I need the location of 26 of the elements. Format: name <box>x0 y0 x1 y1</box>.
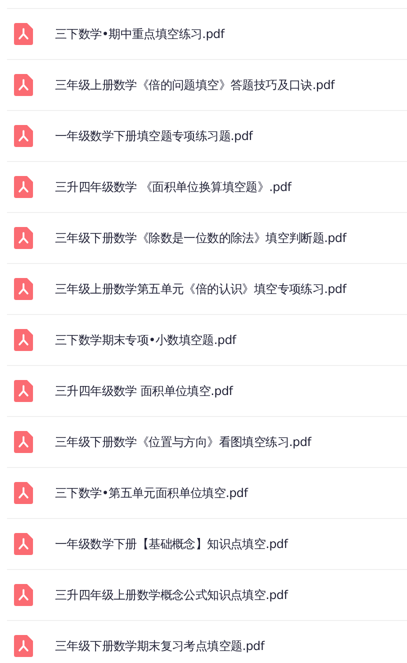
file-name[interactable]: 三升四年级数学 《面积单位换算填空题》.pdf <box>55 178 292 196</box>
file-name[interactable]: 三下数学期末专项•小数填空题.pdf <box>55 331 236 349</box>
pdf-file-icon <box>14 431 33 453</box>
pdf-file-icon <box>14 74 33 96</box>
pdf-file-icon <box>14 329 33 351</box>
file-name[interactable]: 三年级上册数学《倍的问题填空》答题技巧及口诀.pdf <box>55 76 334 94</box>
file-name[interactable]: 三下数学•期中重点填空练习.pdf <box>55 25 224 43</box>
pdf-file-icon <box>14 176 33 198</box>
file-name[interactable]: 三年级上册数学第五单元《倍的认识》填空专项练习.pdf <box>55 280 346 298</box>
pdf-file-icon <box>14 23 33 45</box>
file-name[interactable]: 一年级数学下册填空题专项练习题.pdf <box>55 127 253 145</box>
pdf-file-icon <box>14 584 33 606</box>
pdf-file-icon <box>14 635 33 657</box>
file-name[interactable]: 三年级下册数学《位置与方向》看图填空练习.pdf <box>55 433 312 451</box>
file-name[interactable]: 三年级下册数学期末复习考点填空题.pdf <box>55 637 264 655</box>
pdf-file-icon <box>14 227 33 249</box>
pdf-file-icon <box>14 380 33 402</box>
file-name[interactable]: 一年级数学下册【基础概念】知识点填空.pdf <box>55 535 288 553</box>
pdf-file-icon <box>14 533 33 555</box>
file-name[interactable]: 三升四年级数学 面积单位填空.pdf <box>55 382 233 400</box>
file-name[interactable]: 三升四年级上册数学概念公式知识点填空.pdf <box>55 586 288 604</box>
pdf-file-icon <box>14 278 33 300</box>
pdf-file-icon <box>14 482 33 504</box>
file-name[interactable]: 三下数学•第五单元面积单位填空.pdf <box>55 484 248 502</box>
file-name[interactable]: 三年级下册数学《除数是一位数的除法》填空判断题.pdf <box>55 229 346 247</box>
pdf-file-icon <box>14 125 33 147</box>
